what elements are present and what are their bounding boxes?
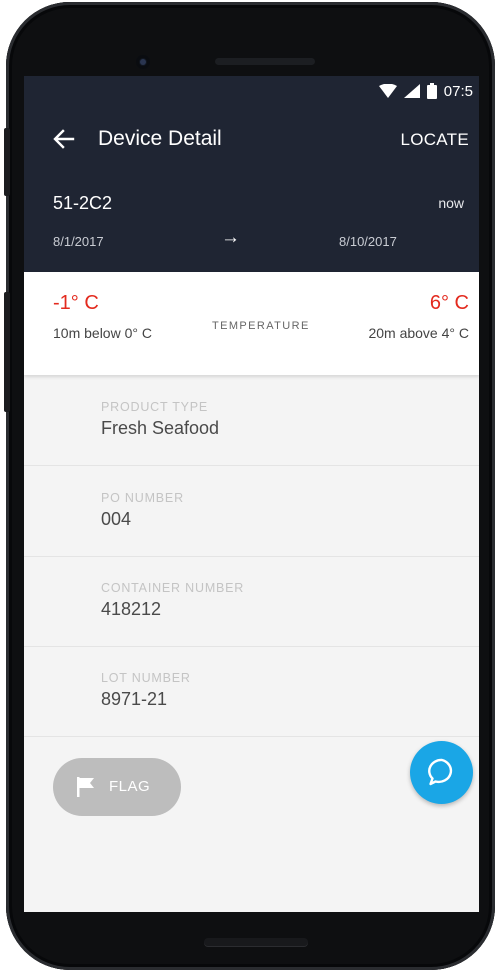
front-camera xyxy=(136,55,150,69)
earpiece-speaker xyxy=(215,58,315,65)
temperature-label: TEMPERATURE xyxy=(212,320,310,332)
chat-bubble-icon xyxy=(428,758,453,786)
device-id: 51-2C2 xyxy=(53,193,113,213)
battery-icon xyxy=(426,83,437,99)
chat-button[interactable] xyxy=(410,741,473,804)
page-title: Device Detail xyxy=(98,127,222,150)
volume-up-button xyxy=(4,128,10,196)
field-value: Fresh Seafood xyxy=(101,418,220,438)
temp-low-value: -1° C xyxy=(53,292,99,314)
temp-high-note: 20m above 4° C xyxy=(368,325,469,341)
field-value: 004 xyxy=(101,509,132,529)
signal-icon xyxy=(403,84,420,98)
status-bar: 07:5 xyxy=(24,76,479,107)
status-time: 07:5 xyxy=(443,82,473,100)
temp-low-note: 10m below 0° C xyxy=(53,325,152,341)
flag-button[interactable]: FLAG xyxy=(53,758,181,816)
field-label: PO NUMBER xyxy=(101,491,184,505)
field-label: CONTAINER NUMBER xyxy=(101,581,245,595)
phone-frame: 07:5 Device Detail LOCATE 51-2C2 now 8/1… xyxy=(0,0,501,975)
back-arrow-icon[interactable] xyxy=(52,127,76,151)
volume-down-button xyxy=(4,292,10,412)
temperature-card: -1° C 10m below 0° C TEMPERATURE 6° C 20… xyxy=(24,272,479,375)
locate-button[interactable]: LOCATE xyxy=(400,130,469,150)
date-start: 8/1/2017 xyxy=(53,234,104,249)
date-end: 8/10/2017 xyxy=(339,234,397,249)
wifi-icon xyxy=(378,84,397,98)
field-po-number: PO NUMBER 004 xyxy=(24,466,479,557)
last-update: now xyxy=(438,195,464,211)
field-lot-number: LOT NUMBER 8971-21 xyxy=(24,646,479,737)
field-label: LOT NUMBER xyxy=(101,671,191,685)
field-value: 8971-21 xyxy=(101,689,168,709)
app-screen: 07:5 Device Detail LOCATE 51-2C2 now 8/1… xyxy=(24,76,479,912)
field-product-type: PRODUCT TYPE Fresh Seafood xyxy=(24,375,479,466)
flag-label: FLAG xyxy=(109,778,151,795)
field-value: 418212 xyxy=(101,599,162,619)
home-bar xyxy=(204,938,308,946)
field-container-number: CONTAINER NUMBER 418212 xyxy=(24,556,479,647)
app-header: Device Detail LOCATE 51-2C2 now 8/1/2017… xyxy=(24,107,479,272)
temp-high-value: 6° C xyxy=(429,292,469,314)
flag-icon xyxy=(77,777,94,797)
date-range-arrow-icon: → xyxy=(221,227,240,248)
field-label: PRODUCT TYPE xyxy=(101,400,209,414)
